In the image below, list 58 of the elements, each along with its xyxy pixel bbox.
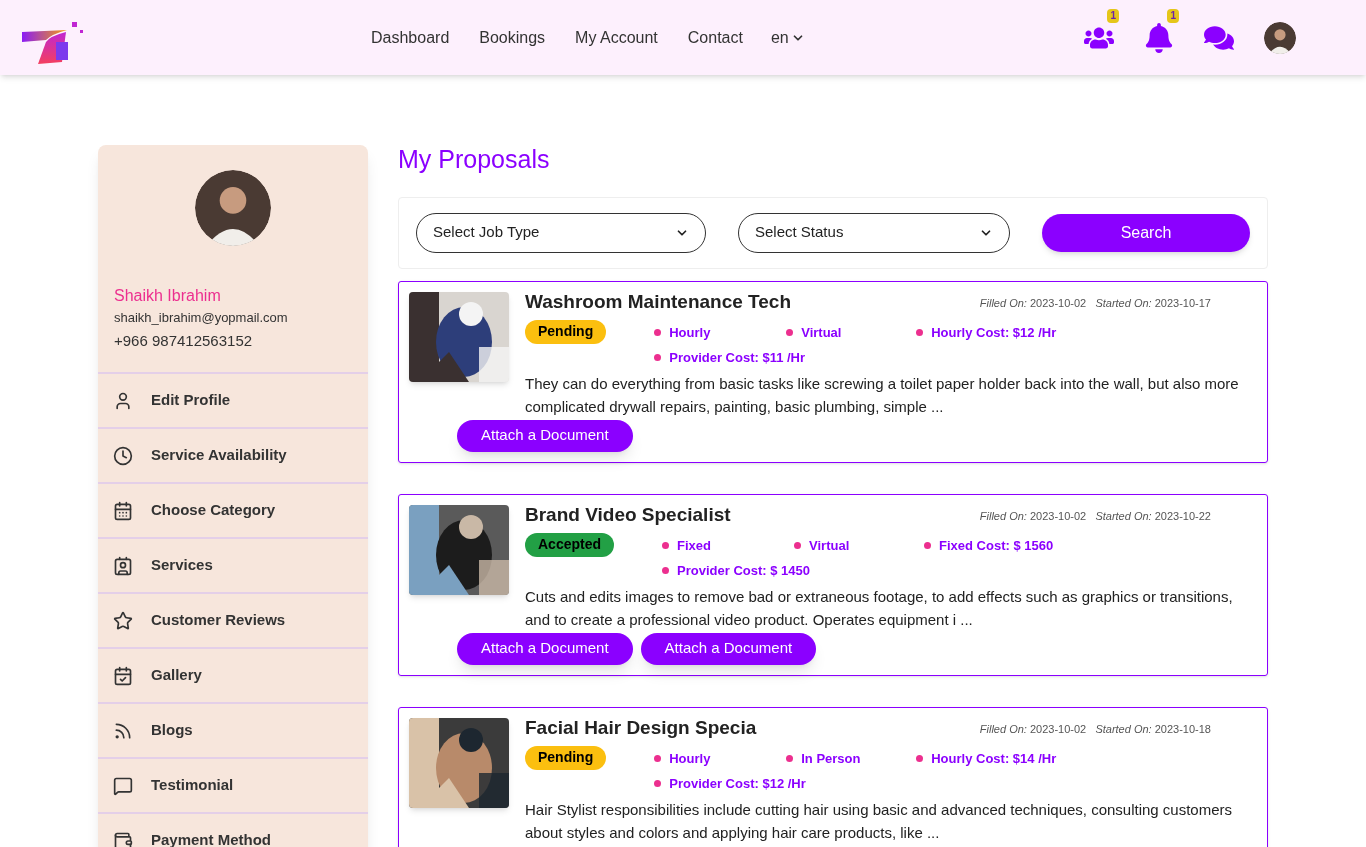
dates: Filled On: 2023-10-02 Started On: 2023-10-22	[979, 508, 1211, 524]
sidebar-item[interactable]: Choose Category	[98, 482, 368, 537]
star-icon	[113, 610, 133, 631]
profile-phone: +966 987412563152	[114, 330, 254, 351]
detail-item: Hourly	[654, 322, 711, 342]
nav-link[interactable]: Dashboard	[371, 25, 450, 50]
nav-link[interactable]: Bookings	[479, 25, 546, 50]
detail-item: Hourly Cost: $12 /Hr	[916, 322, 1057, 342]
contact-card-icon	[113, 555, 133, 576]
job-title: Brand Video Specialist	[525, 504, 731, 525]
profile-name: Shaikh Ibrahim	[114, 286, 222, 306]
wallet-icon	[113, 830, 133, 847]
job-title: Facial Hair Design Specia	[525, 717, 757, 738]
detail-item: Fixed	[662, 535, 711, 555]
dates: Filled On: 2023-10-02 Started On: 2023-10-18	[979, 721, 1211, 737]
detail-item: Provider Cost: $12 /Hr	[654, 774, 806, 794]
calendar-check-icon	[113, 665, 133, 686]
nav-link[interactable]: Contact	[687, 25, 743, 50]
status-badge: Pending	[525, 319, 607, 344]
detail-item: Virtual	[794, 535, 850, 555]
detail-item: Hourly Cost: $14 /Hr	[916, 748, 1057, 768]
clock-icon	[113, 445, 133, 466]
attach-document-button[interactable]: Attach a Document	[457, 419, 633, 452]
language-dropdown[interactable]: en	[770, 25, 805, 50]
detail-item: Provider Cost: $ 1450	[662, 561, 810, 581]
job-description: They can do everything from basic tasks like screwing a toilet paper holder back into the wall, but also more complicated drywall repairs, painting, basic plumbing, simple ...	[525, 373, 1240, 417]
job-description: Hair Stylist responsibilities include cutting hair using basic and advanced techniques, consulting customers about styles and colors and applying hair care products, like ...	[525, 799, 1234, 843]
attach-document-button[interactable]: Attach a Document	[640, 632, 817, 665]
detail-item: Virtual	[786, 322, 842, 342]
detail-item: Fixed Cost: $ 1560	[924, 535, 1054, 555]
notification-count: 1	[1107, 8, 1119, 23]
status-badge: Accepted	[525, 532, 615, 557]
user-icon	[113, 390, 133, 411]
sidebar-item[interactable]: Edit Profile	[98, 372, 368, 427]
attach-document-button[interactable]: Attach a Document	[457, 632, 633, 665]
bell-button[interactable]	[1144, 22, 1174, 53]
job-description: Cuts and edits images to remove bad or extraneous footage, to add effects such as graphics or transitions, and to create a professional video product. Operates equipment i ...	[525, 586, 1234, 630]
sidebar-item[interactable]: Testimonial	[98, 757, 368, 812]
dates: Filled On: 2023-10-02 Started On: 2023-10-17	[979, 295, 1211, 311]
sidebar-item[interactable]: Service Availability	[98, 427, 368, 482]
job-title: Washroom Maintenance Tech	[525, 291, 792, 312]
notification-count: 1	[1167, 8, 1179, 23]
nav-link[interactable]: My Account	[575, 25, 658, 50]
status-badge: Pending	[525, 745, 607, 770]
sidebar-item[interactable]: Customer Reviews	[98, 592, 368, 647]
sidebar-item[interactable]: Gallery	[98, 647, 368, 702]
sidebar-item[interactable]: Services	[98, 537, 368, 592]
detail-item: In Person	[786, 748, 861, 768]
calendar-icon	[113, 500, 133, 521]
profile-email: shaikh_ibrahim@yopmail.com	[114, 309, 289, 327]
speech-bubble-icon	[113, 775, 133, 796]
detail-item: Hourly	[654, 748, 711, 768]
sidebar-item[interactable]: Blogs	[98, 702, 368, 757]
avatar	[1264, 21, 1296, 54]
page-title: My Proposals	[398, 144, 551, 175]
search-button[interactable]: Search	[1042, 213, 1250, 252]
bell-icon	[1144, 22, 1174, 53]
detail-item: Provider Cost: $11 /Hr	[654, 348, 806, 368]
